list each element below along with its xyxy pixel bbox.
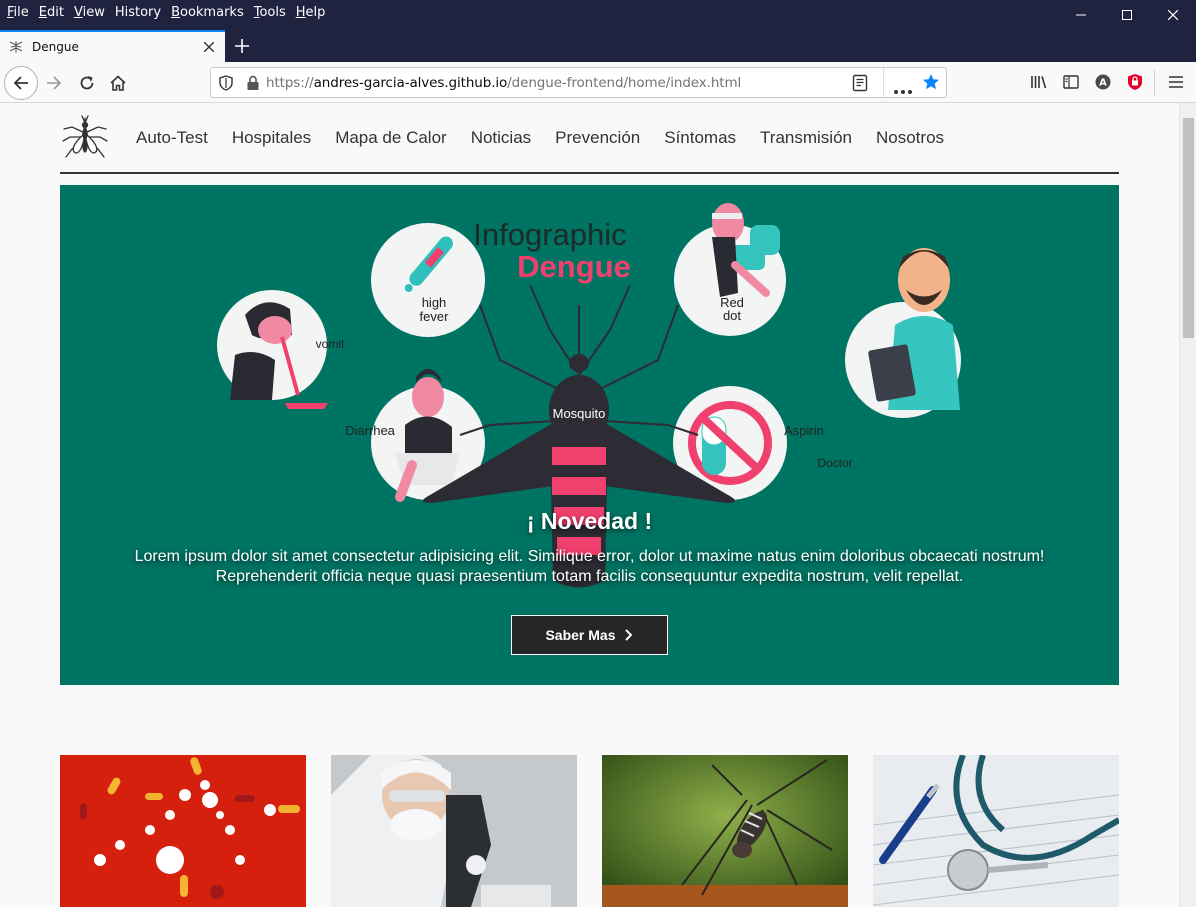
page-actions-button[interactable] xyxy=(894,81,912,99)
nav-link-transmision[interactable]: Transmisión xyxy=(760,128,852,148)
page-scrollbar[interactable] xyxy=(1179,103,1196,907)
nav-link-nosotros[interactable]: Nosotros xyxy=(876,128,944,148)
minimize-icon xyxy=(1076,14,1086,16)
forward-button[interactable] xyxy=(38,67,70,99)
sidebar-icon xyxy=(1063,75,1079,89)
label-mosquito: Mosquito xyxy=(553,406,606,421)
label-aspirin: Aspirin xyxy=(784,423,824,438)
menu-bookmarks[interactable]: Bookmarks xyxy=(166,5,249,20)
tab-close-button[interactable] xyxy=(201,39,217,55)
maximize-icon xyxy=(1122,10,1132,20)
library-button[interactable] xyxy=(1024,67,1054,97)
browser-titlebar: File Edit View History Bookmarks Tools H… xyxy=(0,0,1196,62)
star-filled-icon xyxy=(923,74,939,90)
reader-view-icon xyxy=(852,74,868,92)
plus-icon xyxy=(235,39,249,53)
arrow-left-icon xyxy=(13,76,28,90)
toolbar-divider xyxy=(1154,70,1155,96)
menu-tools[interactable]: Tools xyxy=(249,5,291,20)
label-vomit: vomit xyxy=(316,337,345,351)
browser-toolbar: https://andres-garcia-alves.github.io/de… xyxy=(0,62,1196,103)
dengue-infographic-illustration: Infographic Dengue high fever vomit Red … xyxy=(217,203,961,588)
svg-text:A: A xyxy=(1099,78,1107,89)
nav-link-prevencion[interactable]: Prevención xyxy=(555,128,640,148)
home-icon xyxy=(110,75,126,91)
ellipsis-icon xyxy=(894,90,912,94)
minimize-button[interactable] xyxy=(1058,0,1104,30)
label-fever: fever xyxy=(420,309,450,324)
card-lab-scientist-image[interactable] xyxy=(331,755,577,907)
hero-carousel: Infographic Dengue high fever vomit Red … xyxy=(60,185,1119,685)
shield-icon[interactable] xyxy=(218,74,234,91)
label-doctor: Doctor xyxy=(817,456,852,470)
window-controls xyxy=(1058,0,1196,30)
url-host: andres-garcia-alves.github.io xyxy=(313,74,508,91)
mosquito-photo xyxy=(602,755,848,907)
saber-mas-button[interactable]: Saber Mas xyxy=(511,615,668,655)
infographic-title-line1: Infographic xyxy=(473,217,626,252)
url-path: /dengue-frontend/home/index.html xyxy=(507,74,742,91)
close-icon xyxy=(204,42,214,52)
hamburger-menu-icon xyxy=(1169,76,1183,88)
lock-icon[interactable] xyxy=(246,75,260,91)
stethoscope-photo xyxy=(873,755,1119,907)
arrow-right-icon xyxy=(47,76,62,90)
nav-link-mapa-de-calor[interactable]: Mapa de Calor xyxy=(335,128,447,148)
site-navigation: Auto-Test Hospitales Mapa de Calor Notic… xyxy=(60,103,1119,174)
reload-button[interactable] xyxy=(71,67,103,99)
ublock-extension-button[interactable] xyxy=(1120,67,1150,97)
bookmark-star-button[interactable] xyxy=(922,73,940,96)
card-mosquito-image[interactable] xyxy=(602,755,848,907)
nav-link-auto-test[interactable]: Auto-Test xyxy=(136,128,208,148)
home-button[interactable] xyxy=(102,67,134,99)
sidebar-button[interactable] xyxy=(1056,67,1086,97)
menu-history[interactable]: History xyxy=(110,5,166,20)
card-pills-image[interactable] xyxy=(60,755,306,907)
url-bar[interactable]: https://andres-garcia-alves.github.io/de… xyxy=(210,67,947,98)
tab-title: Dengue xyxy=(32,40,79,54)
maximize-button[interactable] xyxy=(1104,0,1150,30)
card-stethoscope-image[interactable] xyxy=(873,755,1119,907)
hero-description: Lorem ipsum dolor sit amet consectetur a… xyxy=(134,548,1045,585)
pills-photo xyxy=(60,755,306,907)
nav-link-sintomas[interactable]: Síntomas xyxy=(664,128,736,148)
account-avatar-icon: A xyxy=(1095,74,1111,90)
library-icon xyxy=(1031,76,1047,89)
new-tab-button[interactable] xyxy=(229,33,255,59)
close-icon xyxy=(1168,10,1178,20)
label-high: high xyxy=(422,295,447,310)
menu-bar: File Edit View History Bookmarks Tools H… xyxy=(0,0,330,24)
tab-dengue[interactable]: Dengue xyxy=(0,30,225,62)
infographic-title-line2: Dengue xyxy=(517,249,631,284)
menu-view[interactable]: View xyxy=(69,5,110,20)
reader-view-button[interactable] xyxy=(852,74,868,97)
url-text[interactable]: https://andres-garcia-alves.github.io/de… xyxy=(266,75,741,91)
app-menu-button[interactable] xyxy=(1161,67,1191,97)
close-window-button[interactable] xyxy=(1150,0,1196,30)
menu-help[interactable]: Help xyxy=(291,5,331,20)
url-prefix: https:// xyxy=(266,74,314,91)
saber-mas-label: Saber Mas xyxy=(545,627,616,643)
menu-file[interactable]: File xyxy=(2,5,34,20)
chevron-right-icon xyxy=(624,629,632,641)
lab-scientist-photo xyxy=(331,755,577,907)
web-page: Auto-Test Hospitales Mapa de Calor Notic… xyxy=(0,103,1179,907)
menu-edit[interactable]: Edit xyxy=(34,5,69,20)
mosquito-logo-icon[interactable] xyxy=(60,113,110,163)
label-dot: dot xyxy=(723,308,741,323)
account-button[interactable]: A xyxy=(1088,67,1118,97)
shield-extension-icon xyxy=(1128,74,1142,90)
mosquito-favicon-icon xyxy=(9,41,23,53)
label-diarrhea: Diarrhea xyxy=(345,423,396,438)
hero-title: ¡ Novedad ! xyxy=(526,508,653,534)
urlbar-divider xyxy=(883,68,884,97)
reload-icon xyxy=(80,76,94,90)
nav-link-noticias[interactable]: Noticias xyxy=(471,128,531,148)
nav-link-hospitales[interactable]: Hospitales xyxy=(232,128,311,148)
scrollbar-thumb[interactable] xyxy=(1183,118,1194,338)
back-button[interactable] xyxy=(4,66,38,100)
